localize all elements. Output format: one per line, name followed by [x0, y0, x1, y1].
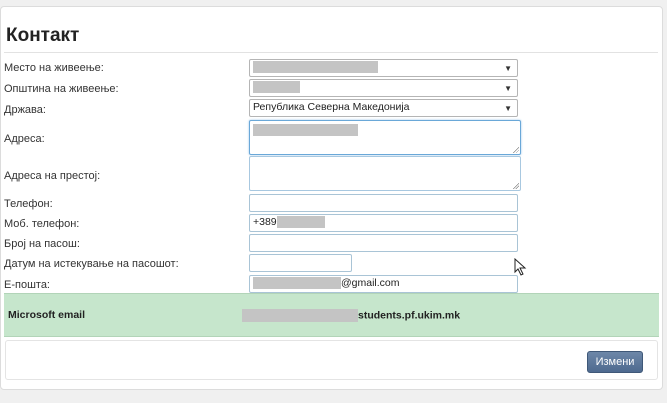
municipality-select[interactable]: ▼ — [249, 79, 518, 97]
email-label: Е-пошта: — [4, 279, 50, 291]
stay-address-textarea[interactable] — [249, 156, 521, 191]
microsoft-email-row: Microsoft email students.pf.ukim.mk — [4, 293, 659, 337]
stay-address-label: Адреса на престој: — [4, 170, 101, 182]
save-button[interactable]: Измени — [587, 351, 643, 373]
title-divider — [4, 52, 658, 53]
resize-grip-icon[interactable] — [512, 182, 519, 189]
country-label: Држава: — [4, 104, 46, 116]
redacted-value — [253, 124, 358, 136]
mobile-label: Моб. телефон: — [4, 218, 80, 230]
country-select[interactable]: Република Северна Македонија ▼ — [249, 99, 518, 117]
passport-expiry-input[interactable] — [249, 254, 352, 272]
redacted-value — [253, 277, 341, 290]
residence-label: Место на живеење: — [4, 62, 104, 74]
dropdown-arrow-icon: ▼ — [504, 64, 512, 73]
email-suffix: @gmail.com — [341, 277, 400, 289]
microsoft-email-label: Microsoft email — [8, 309, 86, 321]
passport-input[interactable] — [249, 234, 518, 252]
microsoft-email-domain: students.pf.ukim.mk — [358, 309, 461, 322]
dropdown-arrow-icon: ▼ — [504, 84, 512, 93]
dropdown-arrow-icon: ▼ — [504, 104, 512, 113]
redacted-value — [253, 61, 378, 74]
residence-select[interactable]: ▼ — [249, 59, 518, 77]
address-textarea[interactable] — [249, 120, 521, 155]
form-footer: Измени — [5, 340, 658, 380]
passport-label: Број на пасош: — [4, 238, 80, 250]
microsoft-email-value: students.pf.ukim.mk — [242, 309, 460, 322]
municipality-label: Општина на живеење: — [4, 83, 119, 95]
redacted-value — [276, 216, 325, 229]
redacted-value — [253, 81, 300, 94]
address-label: Адреса: — [4, 133, 45, 145]
redacted-value — [242, 309, 358, 322]
resize-grip-icon[interactable] — [512, 146, 519, 153]
phone-label: Телефон: — [4, 198, 53, 210]
mouse-cursor-icon — [514, 258, 527, 276]
country-value: Република Северна Македонија — [253, 101, 410, 113]
phone-input[interactable] — [249, 194, 518, 212]
passport-expiry-label: Датум на истекување на пасошот: — [4, 258, 179, 270]
page-title: Контакт — [6, 25, 80, 46]
email-input[interactable]: @gmail.com — [249, 275, 518, 293]
mobile-prefix: +389 — [253, 216, 277, 228]
mobile-input[interactable]: +389 — [249, 214, 518, 232]
